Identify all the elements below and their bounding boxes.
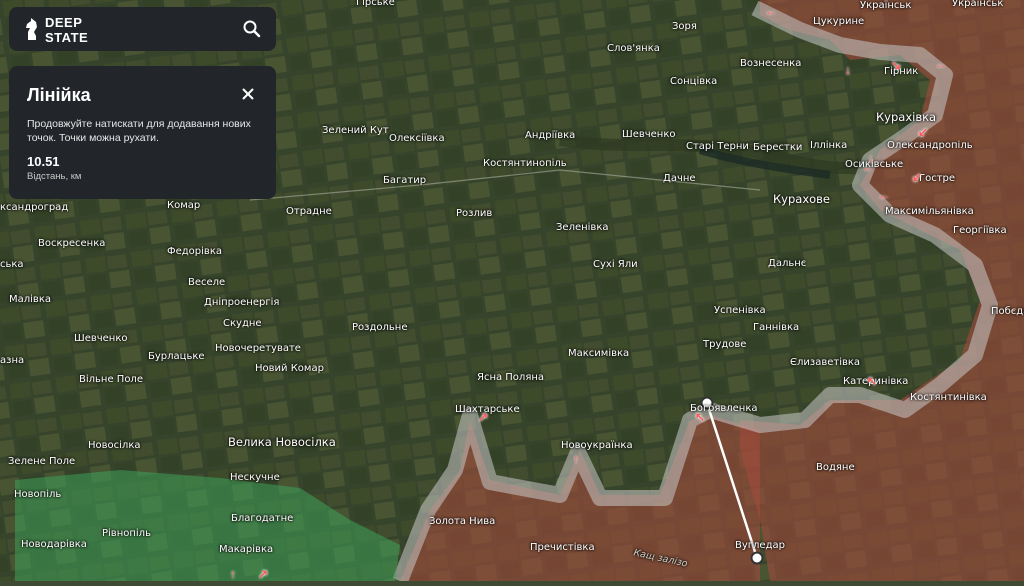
place-label: Отрадне [286, 206, 332, 217]
place-label: Багатир [383, 175, 427, 186]
place-label: Цукурине [813, 16, 865, 27]
place-label: Комар [167, 200, 201, 211]
attack-arrow-icon: ← [935, 57, 947, 71]
place-label: Вільне Поле [79, 374, 143, 385]
place-label: Нескучне [230, 472, 280, 483]
place-label: ксандроград [0, 202, 69, 213]
place-label: Осиківське [845, 159, 904, 170]
attack-arrow-icon: ↗ [478, 410, 489, 424]
place-label: Новий Комар [255, 363, 324, 374]
place-label: Шевченко [74, 333, 128, 344]
close-icon[interactable] [240, 86, 256, 102]
place-label: Дачне [663, 173, 696, 184]
place-label: Георгіївка [953, 225, 1007, 236]
ruler-point-end[interactable] [750, 551, 764, 565]
place-label: Андріївка [525, 130, 576, 141]
place-label: Новочеретувате [215, 343, 301, 354]
place-label: Воскресенка [38, 238, 106, 249]
place-label: Шевченко [622, 129, 676, 140]
place-label: Новосілка [88, 440, 141, 451]
place-label: Гірське [356, 0, 395, 8]
place-label: Побєда [991, 306, 1024, 317]
attack-arrow-icon: ↖ [695, 410, 706, 424]
ruler-distance-unit: Відстань, км [27, 171, 82, 182]
place-label: Федорівка [167, 246, 222, 257]
place-label: Роздольне [352, 322, 408, 333]
ruler-distance-value: 10.51 [27, 154, 60, 169]
place-label: Зоря [672, 21, 697, 32]
place-label: ська [0, 259, 24, 270]
place-label: Курахове [773, 192, 831, 206]
place-label: Золота Нива [429, 516, 496, 527]
place-label: Зелене Поле [8, 456, 76, 467]
place-label: Трудове [703, 339, 747, 350]
place-label: Зеленівка [556, 222, 609, 233]
place-label: Рівнопіль [102, 528, 151, 539]
place-label: Розлив [456, 208, 493, 219]
attack-arrow-icon: ← [862, 160, 874, 174]
place-label: Олексіївка [389, 133, 445, 144]
place-label: Зелений Кут [322, 125, 389, 136]
attack-arrow-icon: ↘ [891, 58, 902, 72]
place-label: Ганнівка [753, 322, 800, 333]
place-label: Благодатне [231, 513, 294, 524]
search-icon[interactable] [242, 19, 262, 39]
place-label: Старі Терни [686, 141, 749, 152]
place-label: Макарівка [219, 544, 274, 555]
header-bar: DEEP STATE [9, 7, 276, 51]
place-label: Малівка [9, 294, 51, 305]
place-label: Курахівка [876, 110, 937, 124]
place-label: Успенівка [714, 305, 766, 316]
place-label: Сухі Яли [593, 259, 638, 270]
place-label: Вугледар [735, 540, 785, 551]
logo-line-2: STATE [45, 30, 89, 45]
place-label: Українськ [952, 0, 1004, 9]
place-label: Костянтинівка [910, 392, 987, 403]
place-label: Новоукраїнка [561, 440, 633, 451]
attack-arrow-icon: ↑ [573, 452, 579, 466]
attack-arrow-icon: ← [765, 4, 777, 18]
place-label: Гострe [919, 173, 956, 184]
place-label: Новодарівка [21, 539, 87, 550]
place-label: Олександропіль [887, 140, 973, 151]
place-label: Скудне [223, 318, 262, 329]
place-label: Українськ [860, 0, 912, 11]
place-label: Іллінка [810, 140, 848, 151]
place-label: Вознесенка [740, 58, 802, 69]
place-label: Веселе [188, 277, 226, 288]
logo-text[interactable]: DEEP STATE [45, 15, 88, 45]
attack-arrow-icon: ↙ [918, 125, 929, 139]
attack-arrow-icon: ↙ [912, 170, 923, 184]
ruler-title: Лінійка [27, 85, 91, 105]
place-label: Максимівка [568, 348, 630, 359]
attack-arrow-icon: ← [878, 188, 890, 202]
place-label: Костянтинопіль [483, 158, 567, 169]
place-label: Слов'янка [607, 43, 660, 54]
place-label: Дальнє [768, 258, 807, 269]
place-label: Новопіль [14, 489, 62, 500]
place-label: азна [0, 355, 25, 366]
attack-arrow-icon: ↓ [845, 63, 851, 77]
place-label: Максимільянівка [885, 206, 974, 217]
attack-arrow-icon: ↑ [230, 567, 236, 581]
place-label: Пречистівка [530, 542, 595, 553]
attack-arrow-icon: ↖ [867, 374, 878, 388]
place-label: Сонцівка [670, 76, 718, 87]
logo-line-1: DEEP [45, 15, 83, 30]
place-label: Бурлацьке [148, 351, 205, 362]
place-label: Берестки [753, 142, 803, 153]
place-label: Велика Новосілка [228, 435, 336, 449]
place-label: Гірник [884, 66, 919, 77]
ruler-hint: Продовжуйте натискати для додавання нови… [27, 118, 251, 144]
place-label: Ясна Поляна [477, 372, 545, 383]
ruler-panel: Лінійка Продовжуйте натискати для додава… [9, 66, 276, 199]
place-label: Дніпроенергія [204, 297, 280, 308]
place-label: Єлизаветівка [790, 357, 861, 368]
place-label: Водяне [816, 462, 855, 473]
attack-arrow-icon: ↗ [258, 567, 269, 581]
chess-knight-logo-icon [26, 18, 37, 40]
